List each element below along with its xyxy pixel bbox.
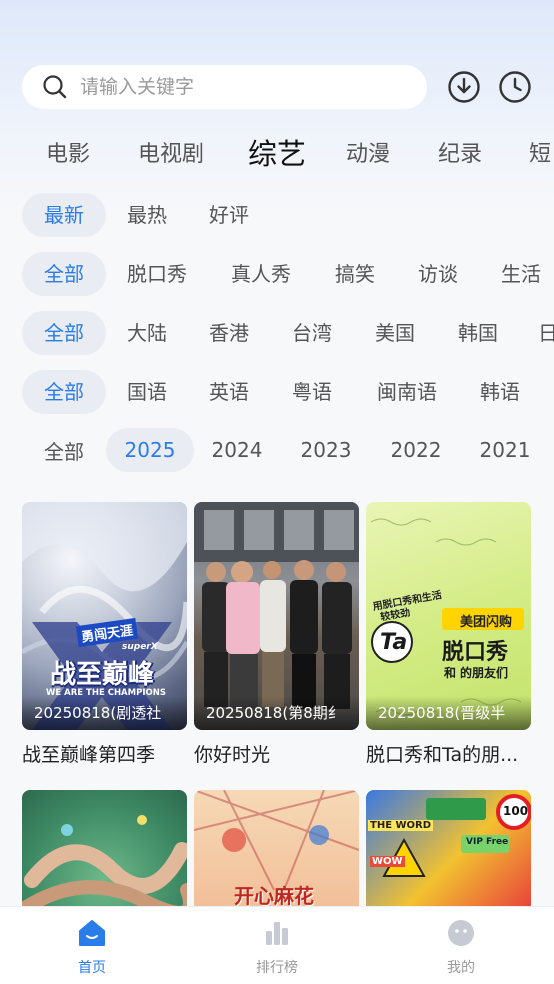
filter-chip-2022[interactable]: 2022 [383,428,449,472]
poster-number-text: 100 [503,804,529,818]
tab-documentary[interactable]: 纪录 [438,136,482,168]
poster-vip-text: VIP Free [466,837,509,847]
filter-chip-japan[interactable]: 日 [538,311,554,355]
tab-anime[interactable]: 动漫 [346,136,390,168]
filter-row-language: 全部 国语 英语 粤语 闽南语 韩语 [0,370,554,416]
show-poster[interactable]: 用脱口秀和生活 较较劲 美团闪购 脱口秀 和 Ta 的朋友们 20250818(… [366,502,531,730]
filter-chip-english[interactable]: 英语 [196,370,262,414]
filter-chip-hongkong[interactable]: 香港 [196,311,262,355]
poster-logo-sub: superX [122,642,158,652]
filter-chip-lifestyle[interactable]: 生活 [488,252,554,296]
poster-title-text: 脱口秀 [442,640,509,665]
bottom-nav: 首页 排行榜 我的 [0,906,554,984]
tab-variety[interactable]: 综艺 [248,131,306,173]
download-icon[interactable] [447,70,481,104]
poster-caption: 20250818(剧透社 [22,696,187,730]
show-card[interactable]: 用脱口秀和生活 较较劲 美团闪购 脱口秀 和 Ta 的朋友们 20250818(… [366,502,531,767]
show-card[interactable]: 20250818(第8期纟 你好时光 [194,502,359,767]
filter-chip-all[interactable]: 全部 [22,252,106,296]
poster-friends-text: 的朋友们 [460,666,509,680]
nav-ranking[interactable]: 排行榜 [217,907,337,984]
filter-chip-mandarin[interactable]: 国语 [114,370,180,414]
show-card[interactable]: 勇闯天涯 superX 战至巅峰 WE ARE THE CHAMPIONS 20… [22,502,187,767]
filter-chip-all[interactable]: 全部 [22,370,106,414]
filter-chip-talk-show[interactable]: 脱口秀 [112,252,202,296]
tab-tv-series[interactable]: 电视剧 [138,136,204,168]
filter-chip-all[interactable]: 全部 [22,430,106,474]
profile-icon [448,920,474,946]
poster-title-text: 战至巅峰 [50,660,155,690]
home-icon [79,920,105,946]
filter-chip-hottest[interactable]: 最热 [106,193,188,237]
filter-chip-interview[interactable]: 访谈 [405,252,471,296]
filter-chip-all[interactable]: 全部 [22,311,106,355]
show-poster[interactable]: 20250818(第8期纟 [194,502,359,730]
nav-profile[interactable]: 我的 [401,907,521,984]
filter-chip-2021[interactable]: 2021 [472,428,538,472]
search-input[interactable] [80,76,380,98]
tab-movie[interactable]: 电影 [46,136,90,168]
filter-chip-reality-show[interactable]: 真人秀 [216,252,306,296]
filter-row-region: 全部 大陆 香港 台湾 美国 韩国 日 [0,311,554,357]
filter-chip-2024[interactable]: 2024 [204,428,270,472]
nav-profile-label: 我的 [447,960,475,976]
filter-chip-taiwan[interactable]: 台湾 [279,311,345,355]
show-title[interactable]: 你好时光 [194,740,359,767]
filter-chip-2025[interactable]: 2025 [106,428,194,472]
show-title[interactable]: 脱口秀和Ta的朋... [366,740,531,767]
filter-chip-mainland[interactable]: 大陆 [114,311,180,355]
poster-caption: 20250818(晋级半 [366,696,531,730]
tab-short[interactable]: 短 [529,136,551,168]
nav-home-label: 首页 [78,960,106,976]
filter-chip-cantonese[interactable]: 粤语 [279,370,345,414]
poster-caption: 20250818(第8期纟 [194,696,359,730]
poster-and-text: 和 [444,666,457,680]
filter-row-year: 全部 2025 2024 2023 2022 2021 [0,428,554,474]
filter-chip-2023[interactable]: 2023 [293,428,359,472]
filter-chip-comedy[interactable]: 搞笑 [322,252,388,296]
search-icon [43,75,67,99]
filter-chip-usa[interactable]: 美国 [362,311,428,355]
show-poster[interactable]: 勇闯天涯 superX 战至巅峰 WE ARE THE CHAMPIONS 20… [22,502,187,730]
ranking-bar-icon [266,922,288,945]
filter-chip-korea[interactable]: 韩国 [445,311,511,355]
filter-row-sort: 最新 最热 好评 [0,193,554,239]
filter-chip-hokkien[interactable]: 闽南语 [362,370,452,414]
poster-sign-text: THE WORD [368,820,434,831]
poster-sponsor: 美团闪购 [460,615,513,630]
filter-row-type: 全部 脱口秀 真人秀 搞笑 访谈 生活 [0,252,554,298]
category-tabs: 电影 电视剧 综艺 动漫 纪录 短 [0,128,554,174]
search-row [22,65,532,109]
filter-chip-latest[interactable]: 最新 [22,193,106,237]
nav-ranking-label: 排行榜 [256,960,298,976]
filter-chip-korean[interactable]: 韩语 [467,370,533,414]
history-clock-icon[interactable] [498,70,532,104]
filter-chip-top-rated[interactable]: 好评 [188,193,270,237]
show-title[interactable]: 战至巅峰第四季 [22,740,187,767]
poster-wow-text: WOW [370,856,405,867]
search-box[interactable] [22,65,427,109]
poster-ta-text: Ta [380,630,408,655]
poster-title-text: 开心麻花 [234,884,314,908]
nav-home[interactable]: 首页 [32,907,152,984]
